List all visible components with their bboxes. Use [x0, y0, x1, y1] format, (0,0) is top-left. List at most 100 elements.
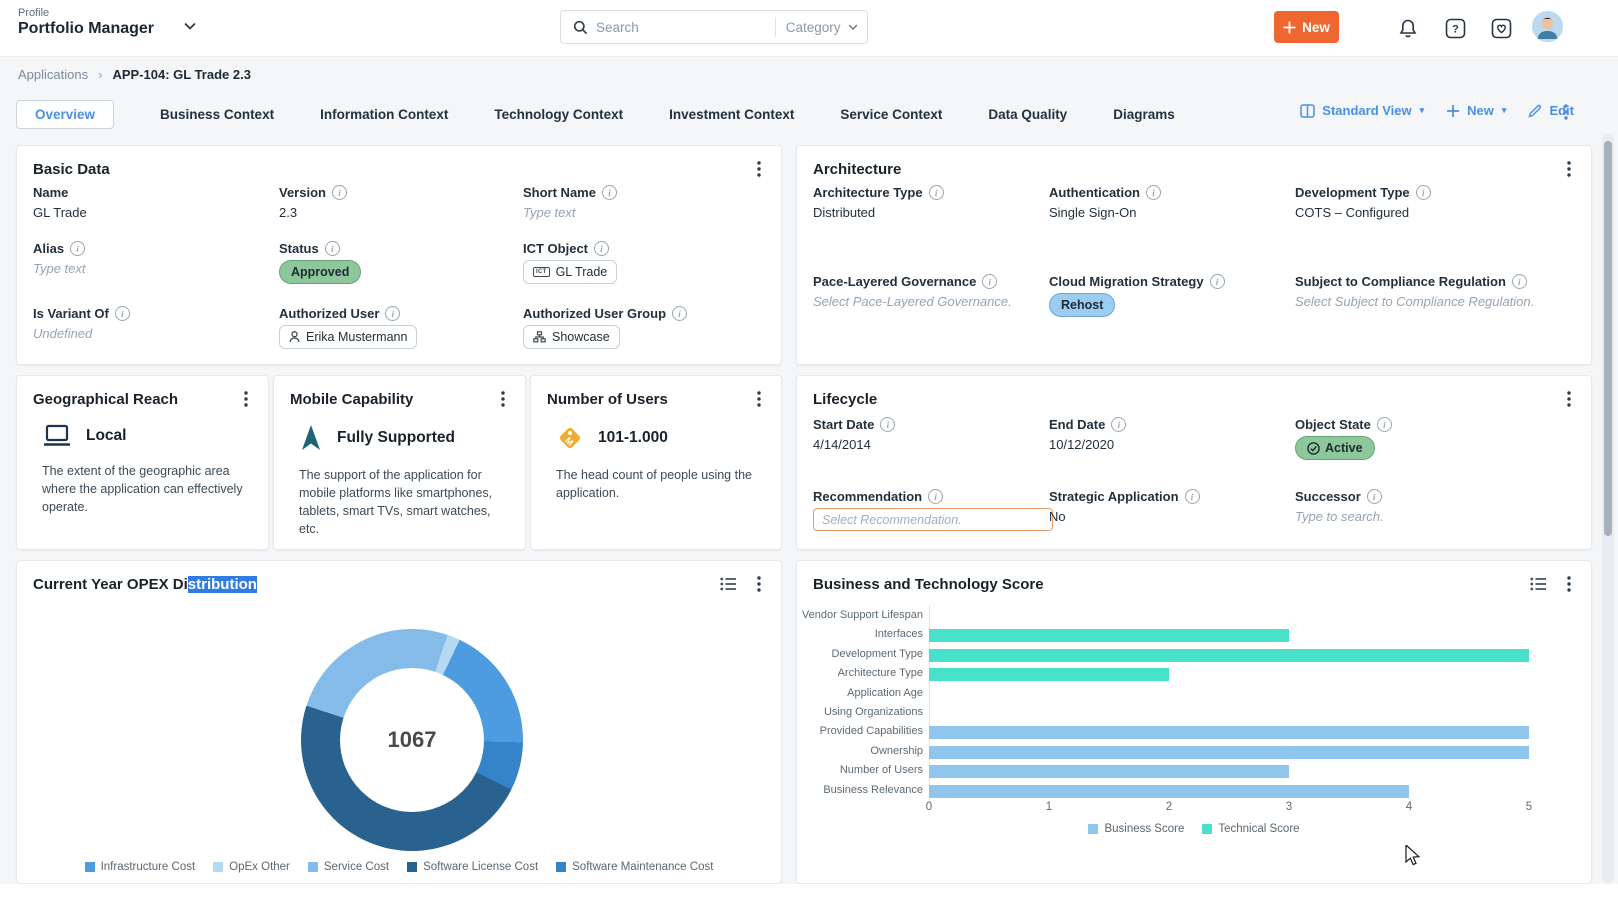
field-authentication: Authenticationi Single Sign-On	[1049, 185, 1295, 274]
favorites-heart-icon[interactable]	[1489, 16, 1513, 40]
info-icon[interactable]: i	[70, 241, 85, 256]
help-icon[interactable]: ?	[1443, 16, 1467, 40]
breadcrumb-applications[interactable]: Applications	[18, 67, 88, 82]
bottom-strip	[0, 884, 1618, 908]
search-category-select[interactable]: Category	[776, 20, 867, 35]
search-input[interactable]	[594, 19, 775, 36]
tab-data-quality[interactable]: Data Quality	[988, 107, 1067, 122]
card-title: Basic Data	[17, 146, 781, 178]
field-development-type: Development Typei COTS – Configured	[1295, 185, 1575, 274]
score-bar[interactable]	[929, 668, 1169, 681]
info-icon[interactable]: i	[928, 489, 943, 504]
legend-item[interactable]: Business Score	[1088, 823, 1184, 835]
kebab-menu-icon[interactable]	[751, 160, 767, 178]
legend-item[interactable]: OpEx Other	[213, 861, 290, 873]
info-icon[interactable]: i	[880, 417, 895, 432]
recommendation-input[interactable]	[813, 508, 1053, 531]
score-bar[interactable]	[929, 629, 1289, 642]
field-value: Distributed	[813, 205, 1049, 220]
info-icon[interactable]: i	[1185, 489, 1200, 504]
mobile-capability-card: Mobile Capability Fully Supported The su…	[273, 375, 526, 550]
info-icon[interactable]: i	[385, 306, 400, 321]
info-icon[interactable]: i	[332, 185, 347, 200]
field-placeholder[interactable]: Type text	[33, 261, 279, 276]
field-label: Is Variant Of	[33, 306, 109, 321]
basic-data-card: Basic Data Name GL Trade Versioni 2.3 Sh…	[16, 145, 782, 365]
info-icon[interactable]: i	[1377, 417, 1392, 432]
legend-item[interactable]: Technical Score	[1202, 823, 1299, 835]
legend-label: Service Cost	[324, 861, 389, 873]
kebab-menu-icon[interactable]	[1561, 160, 1577, 178]
info-icon[interactable]: i	[982, 274, 997, 289]
kebab-menu-icon[interactable]	[1561, 390, 1577, 408]
kebab-menu-icon[interactable]	[238, 390, 254, 408]
tab-information-context[interactable]: Information Context	[320, 107, 448, 122]
user-avatar[interactable]	[1532, 11, 1563, 42]
plus-icon	[1446, 104, 1460, 118]
info-icon[interactable]: i	[325, 241, 340, 256]
field-placeholder[interactable]: Select Pace-Layered Governance.	[813, 294, 1049, 309]
tab-service-context[interactable]: Service Context	[840, 107, 942, 122]
standard-view-button[interactable]: Standard View ▾	[1300, 103, 1424, 118]
field-placeholder[interactable]: Type to search.	[1295, 509, 1575, 524]
legend-item[interactable]: Software License Cost	[407, 861, 538, 873]
axis-tick-label: 1	[1046, 801, 1052, 813]
score-bar[interactable]	[929, 785, 1409, 798]
authorized-user-group-chip[interactable]: Showcase	[523, 325, 620, 349]
tab-business-context[interactable]: Business Context	[160, 107, 274, 122]
chip-label: Erika Mustermann	[306, 330, 407, 344]
info-icon[interactable]: i	[672, 306, 687, 321]
toolbar-kebab-icon[interactable]	[1564, 104, 1568, 125]
donut-center: 1067	[340, 668, 484, 812]
tab-technology-context[interactable]: Technology Context	[494, 107, 623, 122]
axis-tick-label: 2	[1166, 801, 1172, 813]
vertical-scrollbar[interactable]	[1602, 133, 1614, 884]
score-bar[interactable]	[929, 726, 1529, 739]
scrollbar-thumb[interactable]	[1604, 141, 1612, 536]
field-subject-to-compliance: Subject to Compliance Regulationi Select…	[1295, 274, 1575, 334]
legend-item[interactable]: Service Cost	[308, 861, 389, 873]
info-icon[interactable]: i	[1111, 417, 1126, 432]
tab-overview[interactable]: Overview	[16, 100, 114, 129]
status-badge[interactable]: Approved	[279, 260, 361, 284]
info-icon[interactable]: i	[115, 306, 130, 321]
field-placeholder[interactable]: Type text	[523, 205, 765, 220]
field-recommendation: Recommendationi	[813, 489, 1049, 549]
field-placeholder[interactable]: Select Subject to Compliance Regulation.	[1295, 294, 1575, 309]
cloud-migration-badge[interactable]: Rehost	[1049, 293, 1115, 317]
info-icon[interactable]: i	[1512, 274, 1527, 289]
authorized-user-chip[interactable]: Erika Mustermann	[279, 325, 417, 349]
score-bar[interactable]	[929, 765, 1289, 778]
search-icon	[573, 20, 588, 35]
mouse-cursor	[1405, 845, 1425, 872]
tab-investment-context[interactable]: Investment Context	[669, 107, 794, 122]
score-bar[interactable]	[929, 746, 1529, 759]
kebab-menu-icon[interactable]	[751, 575, 767, 593]
ict-object-chip[interactable]: ICT GL Trade	[523, 260, 617, 284]
info-icon[interactable]: i	[1367, 489, 1382, 504]
info-icon[interactable]: i	[602, 185, 617, 200]
kebab-menu-icon[interactable]	[751, 390, 767, 408]
legend-item[interactable]: Software Maintenance Cost	[556, 861, 713, 873]
chart-list-icon[interactable]	[720, 577, 737, 596]
field-label: Alias	[33, 241, 64, 256]
info-icon[interactable]: i	[929, 185, 944, 200]
chevron-down-icon[interactable]	[182, 18, 198, 39]
legend-item[interactable]: Infrastructure Cost	[85, 861, 196, 873]
toolbar-new-button[interactable]: New ▾	[1446, 103, 1506, 118]
metric-description: The support of the application for mobil…	[299, 466, 509, 539]
info-icon[interactable]: i	[1416, 185, 1431, 200]
info-icon[interactable]: i	[594, 241, 609, 256]
info-icon[interactable]: i	[1146, 185, 1161, 200]
field-placeholder[interactable]: Undefined	[33, 326, 279, 341]
object-state-badge[interactable]: Active	[1295, 436, 1375, 460]
notifications-bell-icon[interactable]	[1396, 16, 1420, 40]
breadcrumb: Applications › APP-104: GL Trade 2.3	[18, 67, 251, 82]
info-icon[interactable]: i	[1210, 274, 1225, 289]
score-bar[interactable]	[929, 649, 1529, 662]
opex-donut[interactable]: 1067	[301, 629, 523, 851]
profile-switcher[interactable]: Profile Portfolio Manager	[18, 7, 154, 38]
tab-diagrams[interactable]: Diagrams	[1113, 107, 1175, 122]
new-button[interactable]: New	[1274, 11, 1339, 43]
kebab-menu-icon[interactable]	[495, 390, 511, 408]
